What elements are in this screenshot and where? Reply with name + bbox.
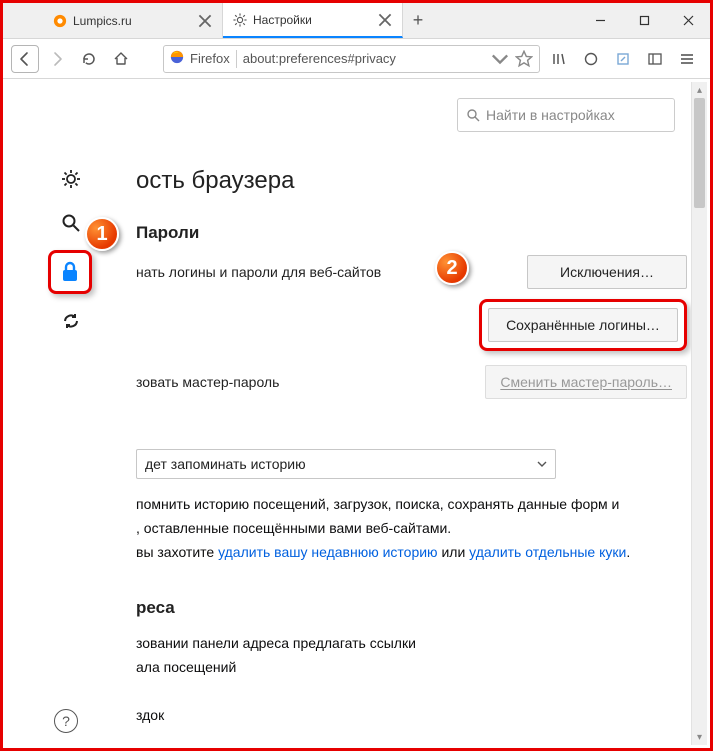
general-icon[interactable] [54, 162, 88, 196]
forward-button[interactable] [43, 45, 71, 73]
sidebar-button[interactable] [640, 45, 670, 73]
addresses-heading: реса [136, 598, 687, 618]
saved-logins-button[interactable]: Сохранённые логины… [488, 308, 678, 342]
maximize-button[interactable] [622, 3, 666, 39]
menu-button[interactable] [672, 45, 702, 73]
bookmark-star-icon[interactable] [515, 50, 533, 68]
sync-icon[interactable] [54, 304, 88, 338]
share-button[interactable] [608, 45, 638, 73]
navbar: Firefox about:preferences#privacy [3, 39, 710, 79]
delete-history-link[interactable]: удалить вашу недавнюю историю [218, 544, 437, 560]
gear-icon [233, 13, 247, 27]
page-heading: ость браузера [136, 167, 687, 195]
new-tab-button[interactable]: + [403, 3, 433, 38]
minimize-button[interactable] [578, 3, 622, 39]
history-mode-select[interactable]: дет запоминать историю [136, 449, 556, 479]
scroll-thumb[interactable] [694, 98, 705, 208]
url-bar[interactable]: Firefox about:preferences#privacy [163, 45, 540, 73]
back-button[interactable] [11, 45, 39, 73]
callout-marker-1: 1 [85, 217, 119, 251]
home-button[interactable] [107, 45, 135, 73]
search-pref-icon[interactable] [54, 206, 88, 240]
titlebar: Lumpics.ru Настройки + [3, 3, 710, 39]
help-icon[interactable]: ? [54, 709, 78, 733]
addresses-body: зовании панели адреса предлагать ссылки … [136, 632, 687, 727]
tabstrip: Lumpics.ru Настройки + [3, 3, 578, 38]
saved-logins-button-label: Сохранённые логины… [506, 317, 660, 333]
delete-cookies-link[interactable]: удалить отдельные куки [469, 544, 626, 560]
dropdown-icon[interactable] [491, 50, 509, 68]
privacy-icon[interactable] [48, 250, 92, 294]
reload-button[interactable] [75, 45, 103, 73]
prefs-main: Найти в настройках ость браузера Пароли … [106, 82, 707, 745]
favicon-lumpics [53, 14, 67, 28]
change-master-button[interactable]: Сменить мастер-пароль… [485, 365, 687, 399]
separator [236, 50, 237, 68]
scroll-down-icon[interactable]: ▾ [692, 729, 707, 745]
firefox-icon [170, 50, 184, 67]
close-icon[interactable] [198, 14, 212, 28]
scroll-track[interactable] [692, 98, 707, 729]
history-mode-value: дет запоминать историю [145, 456, 306, 472]
change-master-button-label: Сменить мастер-пароль… [500, 374, 672, 390]
close-icon[interactable] [378, 13, 392, 27]
tab-label: Lumpics.ru [73, 14, 192, 28]
scroll-up-icon[interactable]: ▴ [692, 82, 707, 98]
tab-settings[interactable]: Настройки [223, 3, 403, 38]
prefs-sidebar: ? [6, 82, 106, 745]
window-controls [578, 3, 710, 38]
addon-button[interactable] [576, 45, 606, 73]
callout-marker-2: 2 [435, 251, 469, 285]
history-description: помнить историю посещений, загрузок, пои… [136, 493, 687, 564]
library-button[interactable] [544, 45, 574, 73]
passwords-heading: Пароли [136, 223, 687, 243]
identity-label: Firefox [190, 51, 230, 66]
tab-lumpics[interactable]: Lumpics.ru [43, 3, 223, 38]
scrollbar[interactable]: ▴ ▾ [691, 82, 707, 745]
prefs-search-placeholder: Найти в настройках [486, 107, 615, 123]
close-button[interactable] [666, 3, 710, 39]
tab-label: Настройки [253, 13, 372, 27]
exceptions-button-label: Исключения… [560, 264, 654, 280]
saved-logins-highlight: Сохранённые логины… [479, 299, 687, 351]
prefs-search[interactable]: Найти в настройках [457, 98, 675, 132]
url-text: about:preferences#privacy [243, 51, 485, 66]
master-password-label: зовать мастер-пароль [136, 374, 485, 390]
exceptions-button[interactable]: Исключения… [527, 255, 687, 289]
